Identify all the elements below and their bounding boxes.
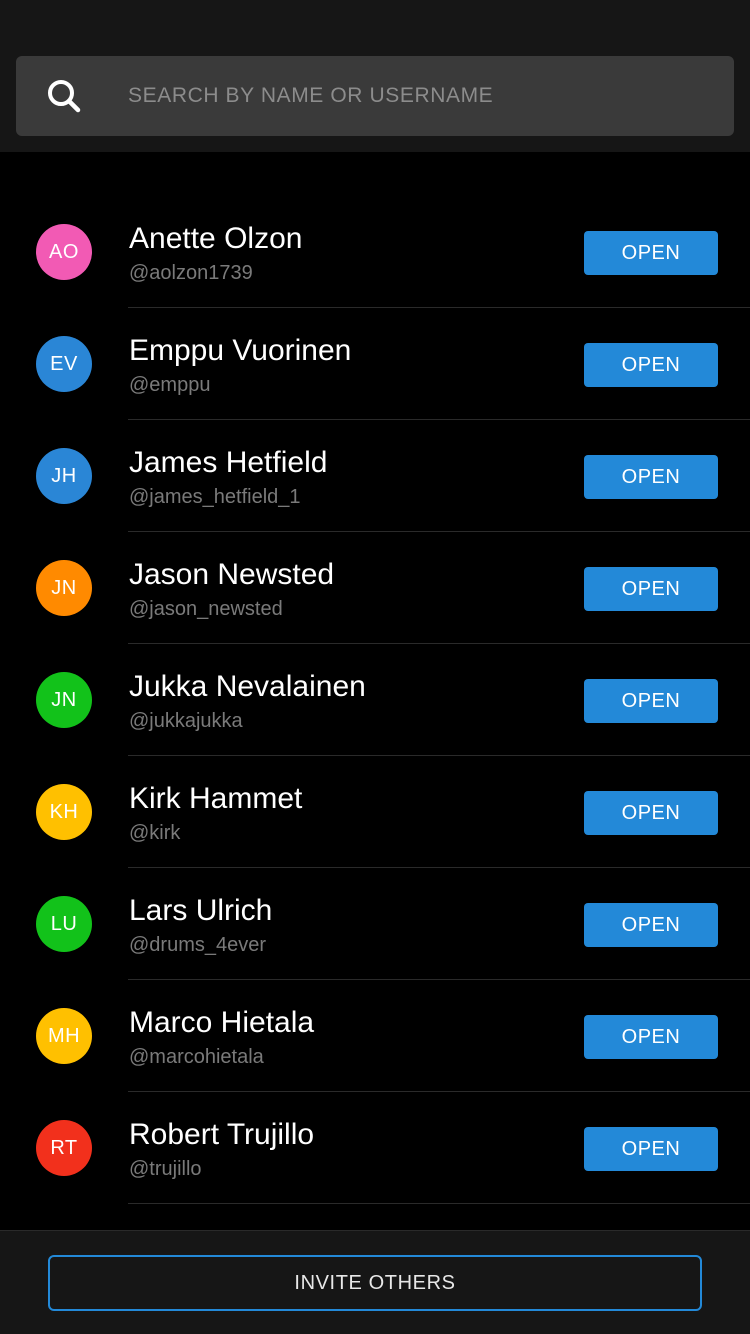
user-handle: @emppu xyxy=(129,374,211,396)
search-input[interactable] xyxy=(112,56,712,136)
user-name: Jukka Nevalainen xyxy=(129,670,366,703)
user-handle: @james_hetfield_1 xyxy=(129,486,301,508)
user-handle: @jason_newsted xyxy=(129,598,283,620)
open-button[interactable]: OPEN xyxy=(584,679,718,723)
user-handle: @trujillo xyxy=(129,1158,202,1180)
user-handle: @marcohietala xyxy=(129,1046,264,1068)
list-item: MH Marco Hietala @marcohietala OPEN xyxy=(0,980,750,1092)
avatar: JN xyxy=(36,560,92,616)
avatar: JN xyxy=(36,672,92,728)
user-handle: @drums_4ever xyxy=(129,934,267,956)
list-item: EV Emppu Vuorinen @emppu OPEN xyxy=(0,308,750,420)
list-item: JN Jason Newsted @jason_newsted OPEN xyxy=(0,532,750,644)
avatar: MH xyxy=(36,1008,92,1064)
list-item: JH James Hetfield @james_hetfield_1 OPEN xyxy=(0,420,750,532)
list-item: RT Robert Trujillo @trujillo OPEN xyxy=(0,1092,750,1204)
divider xyxy=(128,1203,750,1204)
open-button[interactable]: OPEN xyxy=(584,231,718,275)
invite-others-button[interactable]: INVITE OTHERS xyxy=(48,1255,702,1311)
screen: AO Anette Olzon @aolzon1739 OPEN EV Empp… xyxy=(0,0,750,1334)
open-button[interactable]: OPEN xyxy=(584,1015,718,1059)
footer: INVITE OTHERS xyxy=(0,1230,750,1334)
user-name: Robert Trujillo xyxy=(129,1118,315,1151)
open-button[interactable]: OPEN xyxy=(584,791,718,835)
open-button[interactable]: OPEN xyxy=(584,455,718,499)
open-button[interactable]: OPEN xyxy=(584,567,718,611)
user-list: AO Anette Olzon @aolzon1739 OPEN EV Empp… xyxy=(0,196,750,1204)
user-handle: @kirk xyxy=(129,822,181,844)
list-item: JN Jukka Nevalainen @jukkajukka OPEN xyxy=(0,644,750,756)
list-item: KH Kirk Hammet @kirk OPEN xyxy=(0,756,750,868)
list-item: LU Lars Ulrich @drums_4ever OPEN xyxy=(0,868,750,980)
open-button[interactable]: OPEN xyxy=(584,343,718,387)
avatar: LU xyxy=(36,896,92,952)
avatar: AO xyxy=(36,224,92,280)
avatar: JH xyxy=(36,448,92,504)
list-item: AO Anette Olzon @aolzon1739 OPEN xyxy=(0,196,750,308)
user-name: Jason Newsted xyxy=(129,558,335,591)
user-name: Kirk Hammet xyxy=(129,782,303,815)
avatar: RT xyxy=(36,1120,92,1176)
open-button[interactable]: OPEN xyxy=(584,1127,718,1171)
search-icon xyxy=(48,80,81,113)
user-handle: @jukkajukka xyxy=(129,710,243,732)
avatar: KH xyxy=(36,784,92,840)
user-name: Marco Hietala xyxy=(129,1006,315,1039)
user-name: Anette Olzon xyxy=(129,222,303,255)
header xyxy=(0,0,750,152)
user-name: Lars Ulrich xyxy=(129,894,273,927)
open-button[interactable]: OPEN xyxy=(584,903,718,947)
search-bar[interactable] xyxy=(16,56,734,136)
user-name: Emppu Vuorinen xyxy=(129,334,352,367)
avatar: EV xyxy=(36,336,92,392)
user-handle: @aolzon1739 xyxy=(129,262,253,284)
user-name: James Hetfield xyxy=(129,446,328,479)
